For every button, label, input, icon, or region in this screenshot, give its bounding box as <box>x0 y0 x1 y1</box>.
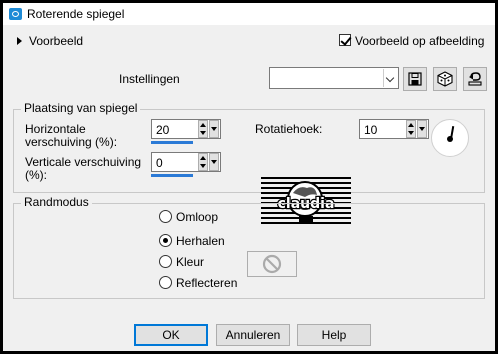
radio-herhalen-label[interactable]: Herhalen <box>176 234 225 248</box>
radio-omloop-label[interactable]: Omloop <box>176 210 218 224</box>
save-preset-button[interactable] <box>403 67 427 91</box>
chevron-down-icon[interactable] <box>211 127 217 131</box>
preset-dropdown[interactable] <box>269 67 399 89</box>
arrow-down-icon[interactable] <box>200 164 206 168</box>
chevron-down-icon[interactable] <box>419 127 425 131</box>
randomize-button[interactable] <box>433 67 457 91</box>
preview-on-image-label[interactable]: Voorbeeld op afbeelding <box>355 34 484 48</box>
rotation-angle-stepper[interactable] <box>406 120 416 138</box>
radio-herhalen[interactable] <box>159 234 172 247</box>
arrow-up-icon[interactable] <box>200 123 206 127</box>
settings-label: Instellingen <box>119 72 180 86</box>
rotation-angle-value[interactable]: 10 <box>364 123 377 137</box>
reset-icon <box>468 72 482 86</box>
ok-button[interactable]: OK <box>134 324 208 346</box>
vertical-offset-spinner[interactable]: 0 <box>151 152 221 172</box>
edge-mode-group-title: Randmodus <box>21 195 92 209</box>
vertical-offset-stepper[interactable] <box>198 153 208 171</box>
dialog-window: Roterende spiegel Voorbeeld Voorbeeld op… <box>3 3 495 351</box>
mirror-app-icon <box>9 8 22 20</box>
rotation-angle-dropdown[interactable] <box>417 120 427 138</box>
randomize-dice-icon <box>437 71 453 87</box>
reset-button[interactable] <box>463 67 487 91</box>
rotation-dial[interactable] <box>431 119 469 157</box>
edge-color-swatch[interactable] <box>247 251 297 277</box>
chevron-down-icon[interactable] <box>211 160 217 164</box>
save-icon <box>408 72 422 86</box>
horizontal-offset-spinner[interactable]: 20 <box>151 119 221 139</box>
radio-omloop[interactable] <box>159 210 172 223</box>
expand-triangle-icon[interactable] <box>17 37 22 45</box>
horizontal-offset-stepper[interactable] <box>198 120 208 138</box>
no-color-icon <box>262 254 282 274</box>
preview-expander-label[interactable]: Voorbeeld <box>29 34 83 48</box>
vertical-offset-label-2: (%): <box>25 168 47 182</box>
rotation-angle-spinner[interactable]: 10 <box>359 119 429 139</box>
arrow-up-icon[interactable] <box>408 123 414 127</box>
preview-on-image-checkbox[interactable] <box>339 34 351 46</box>
arrow-down-icon[interactable] <box>408 131 414 135</box>
help-button[interactable]: Help <box>297 324 371 346</box>
chevron-down-icon[interactable] <box>383 69 397 87</box>
vertical-offset-dropdown[interactable] <box>209 153 219 171</box>
placement-group-title: Plaatsing van spiegel <box>21 101 141 115</box>
rotation-angle-label: Rotatiehoek: <box>255 122 323 136</box>
cancel-button[interactable]: Annuleren <box>216 324 290 346</box>
vertical-offset-label-1: Verticale verschuiving <box>25 155 142 169</box>
arrow-down-icon[interactable] <box>200 131 206 135</box>
window-title: Roterende spiegel <box>27 7 125 21</box>
vertical-offset-slider[interactable] <box>151 174 193 177</box>
radio-kleur[interactable] <box>159 255 172 268</box>
title-bar: Roterende spiegel <box>3 3 495 25</box>
radio-reflecteren-label[interactable]: Reflecteren <box>176 276 237 290</box>
vertical-offset-value[interactable]: 0 <box>156 156 163 170</box>
arrow-up-icon[interactable] <box>200 156 206 160</box>
dial-center <box>447 136 453 142</box>
horizontal-offset-dropdown[interactable] <box>209 120 219 138</box>
horizontal-offset-value[interactable]: 20 <box>156 123 169 137</box>
radio-reflecteren[interactable] <box>159 276 172 289</box>
horizontal-offset-label-2: verschuiving (%): <box>25 135 118 149</box>
radio-kleur-label[interactable]: Kleur <box>176 255 204 269</box>
horizontal-offset-label-1: Horizontale <box>25 122 86 136</box>
preview-row: Voorbeeld Voorbeeld op afbeelding <box>3 29 495 53</box>
horizontal-offset-slider[interactable] <box>151 141 193 144</box>
